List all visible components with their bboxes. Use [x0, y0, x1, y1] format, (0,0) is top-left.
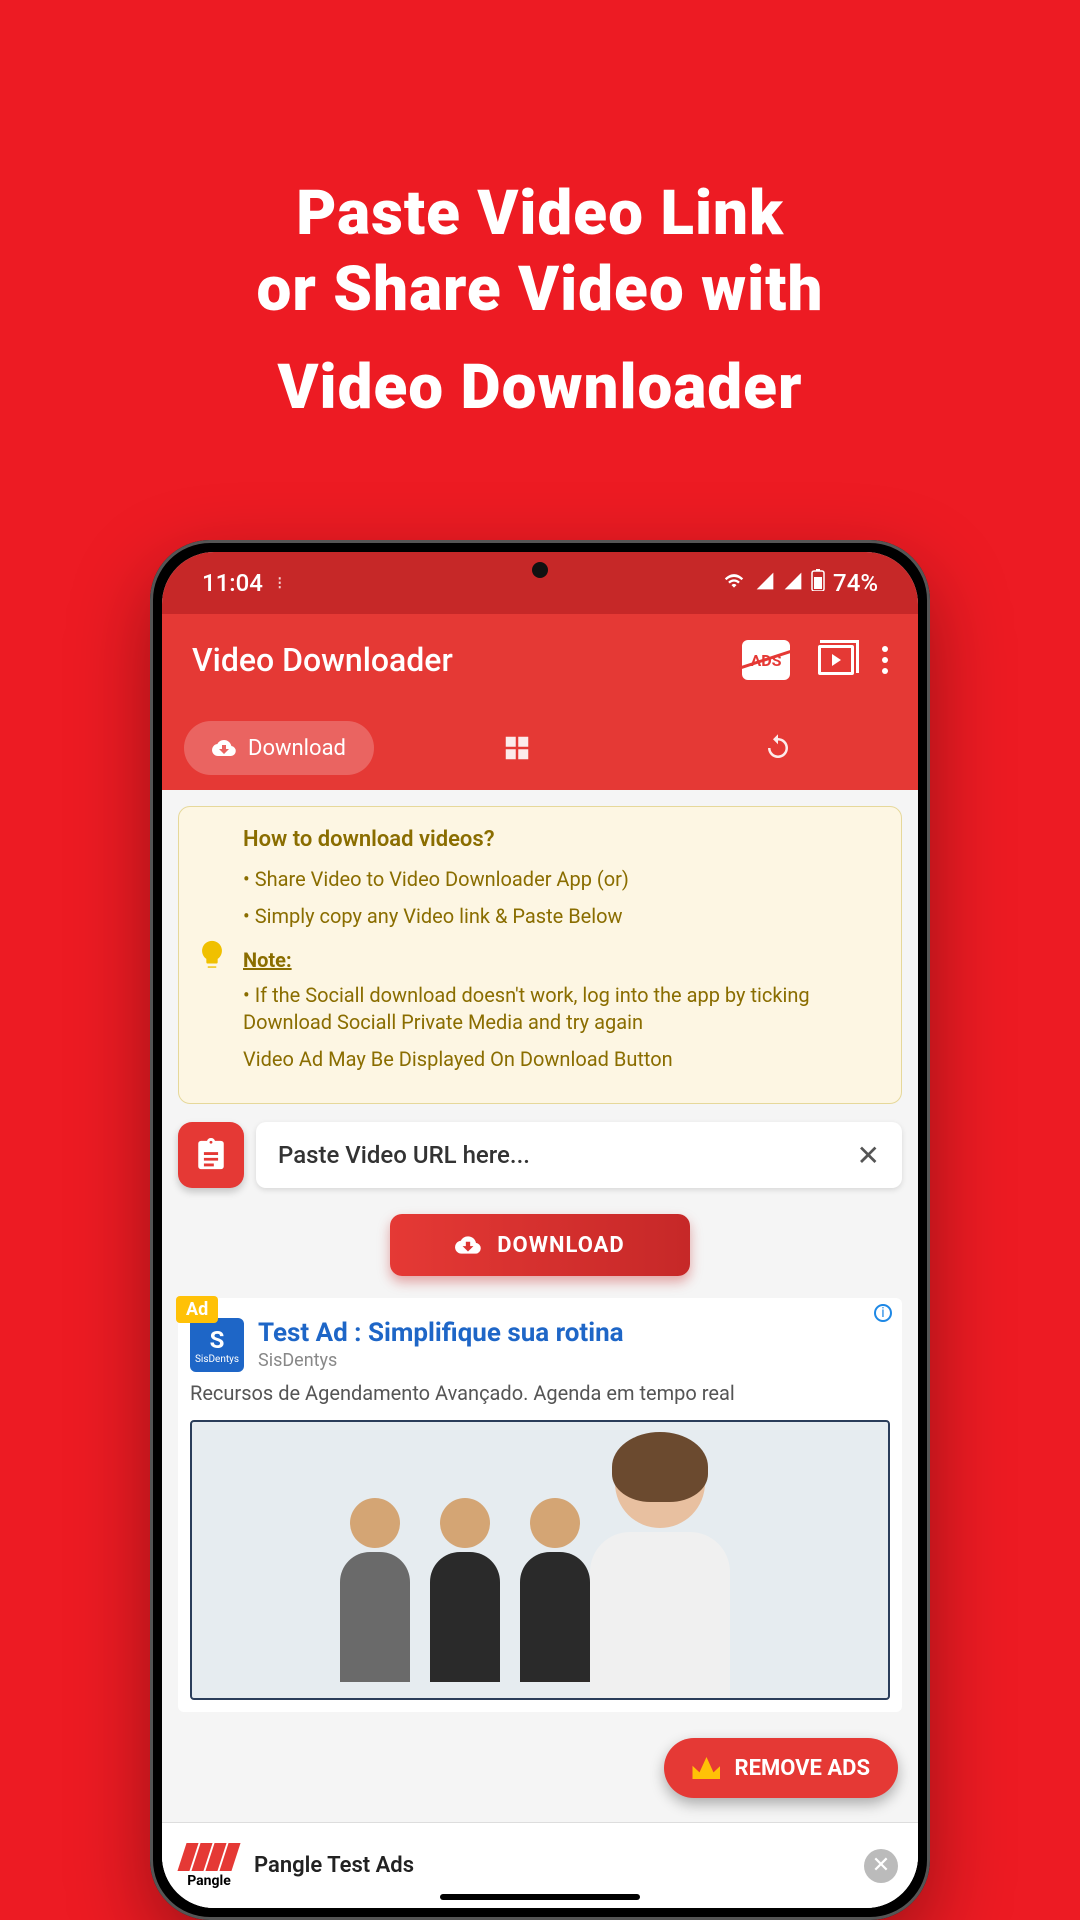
note-text: • If the Sociall download doesn't work, … — [243, 982, 879, 1036]
promo-line-3: Video Downloader — [0, 348, 1080, 429]
url-input[interactable]: Paste Video URL here... ✕ — [256, 1122, 902, 1188]
how-to-card: How to download videos? • Share Video to… — [178, 806, 902, 1104]
ad-info-icon[interactable]: i — [874, 1304, 892, 1322]
battery-icon — [811, 569, 825, 597]
url-placeholder: Paste Video URL here... — [278, 1141, 530, 1169]
download-button[interactable]: DOWNLOAD — [390, 1214, 690, 1276]
hint-bullet-2: • Simply copy any Video link & Paste Bel… — [243, 903, 879, 930]
ad-description: Recursos de Agendamento Avançado. Agenda… — [190, 1380, 890, 1406]
app-title: Video Downloader — [192, 641, 453, 679]
promo-headline: Paste Video Link or Share Video with Vid… — [0, 0, 1080, 429]
clear-input-icon[interactable]: ✕ — [857, 1139, 880, 1172]
ad-tag: Ad — [176, 1296, 218, 1323]
ad-notice: Video Ad May Be Displayed On Download Bu… — [243, 1046, 879, 1073]
banner-ad[interactable]: Ad i SSisDentys Test Ad : Simplifique su… — [178, 1298, 902, 1712]
pangle-logo: Pangle — [182, 1843, 236, 1889]
cloud-download-icon — [455, 1232, 481, 1258]
signal-icon-2 — [783, 569, 803, 597]
clipboard-icon — [194, 1138, 228, 1172]
crown-icon — [692, 1757, 720, 1779]
remove-ads-button[interactable]: REMOVE ADS — [664, 1738, 898, 1798]
no-ads-icon[interactable]: ADS — [742, 640, 790, 680]
lightbulb-icon — [195, 938, 229, 972]
grid-icon — [502, 733, 532, 763]
download-button-label: DOWNLOAD — [497, 1233, 624, 1258]
overflow-menu-icon[interactable] — [882, 646, 888, 674]
refresh-icon — [763, 733, 793, 763]
ad-brand: SisDentys — [258, 1350, 624, 1371]
promo-line-2: or Share Video with — [0, 256, 1080, 324]
paste-button[interactable] — [178, 1122, 244, 1188]
tab-download-label: Download — [248, 736, 346, 761]
note-label: Note: — [243, 948, 879, 972]
cloud-download-icon — [212, 736, 236, 760]
camera-notch — [532, 562, 548, 578]
bottom-ad-text: Pangle Test Ads — [254, 1853, 846, 1878]
close-ad-icon[interactable]: ✕ — [864, 1849, 898, 1883]
main-content: How to download videos? • Share Video to… — [162, 790, 918, 1908]
hint-bullet-1: • Share Video to Video Downloader App (o… — [243, 866, 879, 893]
home-indicator[interactable] — [440, 1894, 640, 1900]
tab-social[interactable] — [400, 733, 635, 763]
remove-ads-label: REMOVE ADS — [734, 1756, 870, 1781]
battery-percent: 74% — [833, 569, 878, 597]
tab-bar: Download — [162, 706, 918, 790]
hint-title: How to download videos? — [243, 827, 879, 852]
ad-logo: SSisDentys — [190, 1318, 244, 1372]
signal-icon — [755, 569, 775, 597]
ad-image — [190, 1420, 890, 1700]
promo-line-1: Paste Video Link — [0, 180, 1080, 248]
tab-refresh[interactable] — [661, 733, 896, 763]
wifi-icon — [721, 569, 747, 597]
app-bar: Video Downloader ADS — [162, 614, 918, 706]
tab-download[interactable]: Download — [184, 721, 374, 775]
phone-frame: 11:04 ⁝ 74% Video Downloader — [150, 540, 930, 1920]
url-row: Paste Video URL here... ✕ — [178, 1122, 902, 1188]
status-time: 11:04 — [202, 569, 263, 597]
phone-screen: 11:04 ⁝ 74% Video Downloader — [162, 552, 918, 1908]
video-library-icon[interactable] — [818, 645, 854, 675]
status-misc-icon: ⁝ — [277, 573, 283, 594]
ad-title: Test Ad : Simplifique sua rotina — [258, 1318, 624, 1348]
